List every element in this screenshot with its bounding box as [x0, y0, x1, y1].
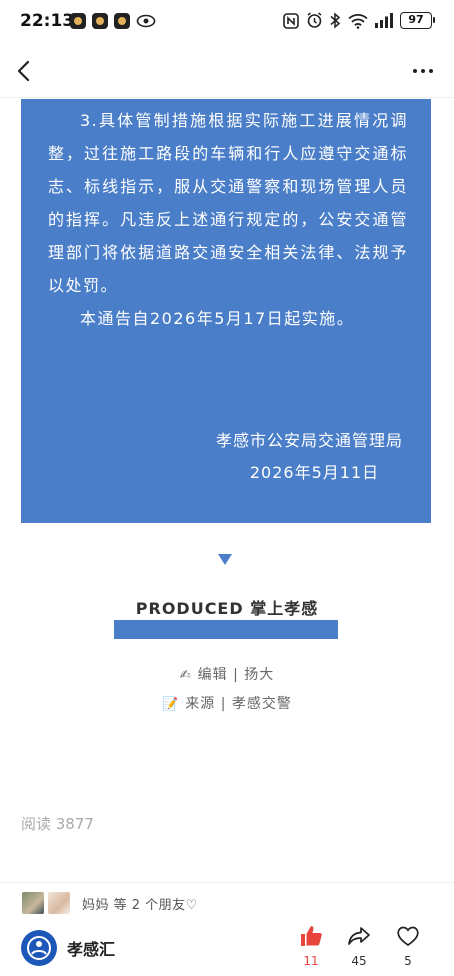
account-name[interactable]: 孝感汇 — [67, 936, 115, 960]
favorite-count: 5 — [404, 954, 412, 968]
favorite-button[interactable]: 5 — [388, 924, 428, 968]
battery-icon: 97 — [400, 12, 435, 29]
share-count: 45 — [351, 954, 367, 968]
nfc-icon — [283, 12, 299, 29]
eye-icon — [136, 14, 156, 28]
notice-body: 3.具体管制措施根据实际施工进展情况调整，过往施工路段的车辆和行人应遵守交通标志… — [48, 104, 408, 335]
nav-bar — [0, 44, 454, 98]
editor-credit: ✍ 编辑 | 扬大 — [0, 664, 454, 684]
avatar — [21, 891, 45, 915]
status-notification-icons — [70, 13, 156, 29]
more-button[interactable] — [408, 58, 438, 84]
notice-content-box: 3.具体管制措施根据实际施工进展情况调整，过往施工路段的车辆和行人应遵守交通标志… — [21, 99, 431, 523]
more-horizontal-icon — [413, 69, 417, 73]
editor-text: 编辑 | 扬大 — [197, 667, 275, 683]
friend-avatars — [21, 891, 71, 915]
bottom-action-bar: 孝感汇 11 45 5 — [0, 922, 454, 976]
triangle-down-icon — [218, 554, 232, 565]
wifi-icon — [348, 13, 368, 29]
avatar — [47, 891, 71, 915]
notice-effective-date: 本通告自2026年5月17日起实施。 — [80, 309, 355, 328]
account-logo-mark — [27, 936, 51, 960]
app-notification-icon — [114, 13, 130, 29]
share-button[interactable]: 45 — [339, 924, 379, 968]
status-system-icons: 97 — [283, 12, 435, 29]
chevron-left-icon — [17, 60, 30, 82]
more-horizontal-icon — [429, 69, 433, 73]
app-notification-icon — [70, 13, 86, 29]
more-horizontal-icon — [421, 69, 425, 73]
status-time: 22:13 — [20, 11, 75, 31]
account-logo-icon[interactable] — [21, 930, 57, 966]
produced-title: PRODUCED 掌上孝感 — [135, 599, 319, 618]
produced-divider-bar — [114, 620, 338, 639]
alarm-icon — [307, 12, 322, 28]
notice-signature: 孝感市公安局交通管理局 2026年5月11日 — [216, 425, 403, 489]
read-count: 阅读 3877 — [21, 815, 94, 833]
share-icon — [348, 927, 370, 945]
notice-paragraph-3: 3.具体管制措施根据实际施工进展情况调整，过往施工路段的车辆和行人应遵守交通标志… — [48, 111, 408, 295]
notice-date: 2026年5月11日 — [249, 463, 380, 482]
signal-icon — [375, 13, 393, 28]
notice-issuer: 孝感市公安局交通管理局 — [215, 431, 403, 450]
friends-text: 妈妈 等 2 个朋友♡ — [82, 898, 198, 913]
like-count: 11 — [303, 954, 319, 968]
memo-icon: 📝 — [162, 697, 180, 712]
source-credit: 📝 来源 | 孝感交警 — [0, 693, 454, 713]
source-text: 来源 | 孝感交警 — [185, 696, 292, 712]
friends-liked-row[interactable]: 妈妈 等 2 个朋友♡ — [0, 882, 454, 922]
heart-icon — [397, 926, 419, 947]
status-bar: 22:13 97 — [0, 0, 454, 44]
app-notification-icon — [92, 13, 108, 29]
thumbs-up-icon — [301, 926, 322, 946]
writing-hand-icon: ✍ — [179, 668, 192, 683]
like-button[interactable]: 11 — [291, 924, 331, 968]
bluetooth-icon — [330, 12, 341, 29]
back-button[interactable] — [8, 56, 38, 86]
